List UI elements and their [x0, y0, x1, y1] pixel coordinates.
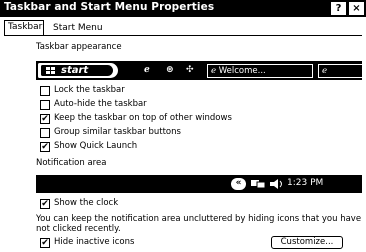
window-title: Taskbar and Start Menu Properties [4, 1, 215, 13]
notification-area-preview: « 1:23 PM [36, 175, 362, 193]
start-label: start [61, 65, 89, 76]
help-button[interactable]: ? [330, 1, 347, 16]
group-buttons-checkbox[interactable] [40, 128, 50, 138]
media-player-icon: ⊛ [166, 65, 174, 75]
close-button[interactable]: × [348, 1, 365, 16]
tab-start-menu[interactable]: Start Menu [49, 22, 107, 33]
hide-inactive-checkbox[interactable]: ✔ [40, 238, 50, 248]
network-icon [251, 180, 266, 189]
chevron-left-icon: « [231, 178, 246, 190]
title-bar: Taskbar and Start Menu Properties ? × [0, 0, 366, 17]
auto-hide-label: Auto-hide the taskbar [54, 99, 147, 109]
customize-button[interactable]: Customize... [271, 236, 343, 249]
volume-icon [270, 179, 282, 189]
show-clock-label: Show the clock [54, 198, 119, 208]
internet-explorer-icon: ℯ [144, 65, 150, 75]
hide-inactive-label: Hide inactive icons [54, 237, 135, 247]
internet-explorer-icon: ℯ [211, 66, 219, 76]
windows-flag-icon [46, 67, 55, 74]
tab-taskbar[interactable]: Taskbar [4, 20, 44, 35]
task-button-label: Welcome... [218, 66, 266, 76]
lock-taskbar-label: Lock the taskbar [54, 85, 125, 95]
quick-launch-label: Show Quick Launch [54, 141, 138, 151]
keep-on-top-label: Keep the taskbar on top of other windows [54, 113, 232, 123]
show-clock-checkbox[interactable]: ✔ [40, 199, 50, 209]
quick-launch-checkbox[interactable]: ✔ [40, 142, 50, 152]
taskbar-preview: start ℯ ⊛ ✣ ℯ Welcome... ℯ [36, 61, 362, 80]
taskbar-appearance-label: Taskbar appearance [36, 42, 122, 52]
tab-divider [4, 35, 362, 36]
task-button-preview: ℯ Welcome... [207, 64, 313, 78]
auto-hide-checkbox[interactable] [40, 100, 50, 110]
group-buttons-label: Group similar taskbar buttons [54, 127, 181, 137]
internet-explorer-icon: ℯ [322, 66, 328, 76]
task-button-preview-2: ℯ [318, 64, 362, 78]
desktop-icon: ✣ [186, 65, 194, 75]
clock-preview: 1:23 PM [287, 178, 324, 188]
lock-taskbar-checkbox[interactable] [40, 86, 50, 96]
notification-area-label: Notification area [36, 158, 107, 168]
start-button-preview: start [38, 63, 118, 78]
keep-on-top-checkbox[interactable]: ✔ [40, 114, 50, 124]
notification-description: You can keep the notification area unclu… [36, 214, 362, 234]
